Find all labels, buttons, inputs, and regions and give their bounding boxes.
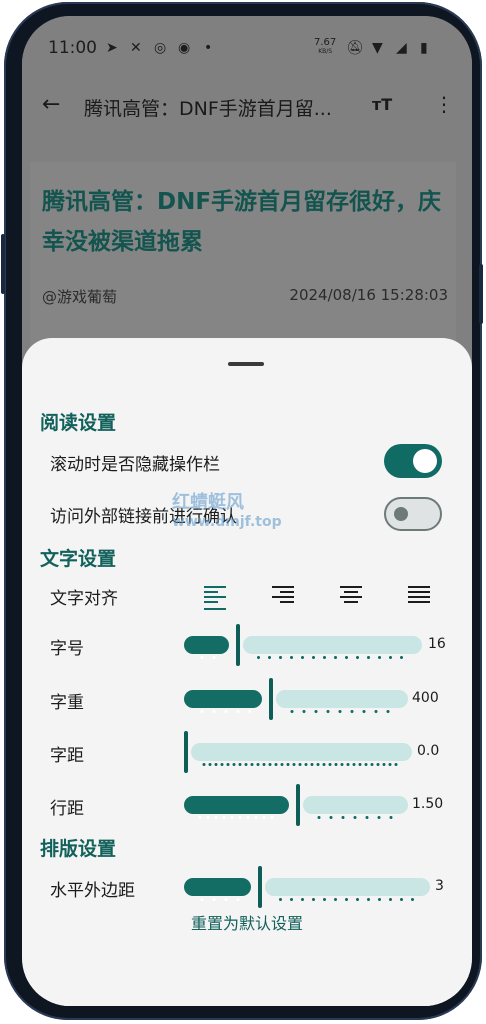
slider-thumb[interactable]	[236, 624, 240, 666]
threads-icon: ◉	[178, 40, 191, 56]
font-weight-slider[interactable]	[184, 678, 408, 720]
battery-icon: ▮	[420, 40, 428, 56]
align-right-icon[interactable]	[272, 586, 294, 604]
slider-thumb[interactable]	[296, 784, 300, 826]
wifi-icon: ▼	[372, 40, 383, 56]
slider-thumb[interactable]	[258, 866, 262, 908]
confirm-link-toggle[interactable]	[384, 497, 442, 531]
text-align-label: 文字对齐	[50, 589, 118, 609]
font-size-label: 字号	[50, 639, 84, 659]
slider-track	[276, 690, 408, 713]
arrow-back-icon[interactable]: ←	[42, 92, 60, 117]
horizontal-margin-slider[interactable]	[184, 866, 430, 908]
slider-fill	[184, 690, 262, 713]
telegram-icon: ➤	[106, 40, 118, 56]
horizontal-margin-label: 水平外边距	[50, 881, 135, 901]
more-options-icon[interactable]: ⋮	[434, 92, 454, 116]
line-height-label: 行距	[50, 799, 84, 819]
align-left-icon[interactable]	[204, 586, 226, 610]
toggle-knob	[413, 449, 437, 473]
net-speed: 7.67 KB/S	[314, 38, 336, 56]
text-settings-title: 文字设置	[40, 548, 117, 570]
line-height-slider[interactable]	[184, 784, 408, 826]
letter-spacing-label: 字距	[50, 746, 84, 766]
sheet-drag-handle[interactable]	[228, 362, 264, 366]
align-center-icon[interactable]	[340, 586, 362, 604]
font-weight-label: 字重	[50, 693, 84, 713]
line-height-value: 1.50	[412, 796, 444, 812]
text-size-icon[interactable]: тT	[372, 95, 392, 114]
mute-icon: 🔕︎	[346, 40, 364, 56]
slider-track	[243, 636, 422, 659]
phone-frame: 11:00 ➤ ✕ ◎ ◉ • 7.67 KB/S 🔕︎ ▼ ◢ ▮ ← 腾讯高…	[1, 2, 483, 1020]
layout-settings-title: 排版设置	[40, 838, 117, 860]
slider-fill	[184, 878, 251, 901]
hide-toolbar-label: 滚动时是否隐藏操作栏	[50, 455, 220, 475]
font-weight-value: 400	[412, 690, 439, 706]
article-date: 2024/08/16 15:28:03	[289, 286, 448, 304]
toggle-knob	[394, 507, 408, 521]
x-icon: ✕	[130, 40, 142, 56]
horizontal-margin-value: 3	[435, 878, 444, 894]
watermark-line2: www.dmjf.top	[172, 514, 282, 530]
align-justify-icon[interactable]	[408, 586, 430, 604]
gesture-bar	[22, 976, 472, 1006]
letter-spacing-value: 0.0	[417, 743, 440, 759]
signal-icon: ◢	[396, 40, 407, 56]
letter-spacing-slider[interactable]	[184, 731, 412, 773]
hide-toolbar-toggle[interactable]	[384, 444, 442, 478]
watermark: 红蜻蜓风 www.dmjf.top	[172, 488, 282, 530]
instagram-icon: ◎	[154, 40, 167, 56]
article-header: 腾讯高管：DNF手游首月留存很好，庆幸没被渠道拖累 @游戏葡萄 2024/08/…	[30, 162, 456, 362]
app-bar-title: 腾讯高管：DNF手游首月留...	[84, 98, 332, 120]
slider-fill	[184, 796, 289, 819]
slider-thumb[interactable]	[269, 678, 273, 720]
reading-settings-title: 阅读设置	[40, 412, 117, 434]
slider-fill	[184, 636, 229, 659]
article-author[interactable]: @游戏葡萄	[42, 286, 117, 307]
volume-button	[1, 234, 5, 294]
article-title: 腾讯高管：DNF手游首月留存很好，庆幸没被渠道拖累	[42, 189, 442, 255]
slider-track	[191, 743, 412, 766]
screen: 11:00 ➤ ✕ ◎ ◉ • 7.67 KB/S 🔕︎ ▼ ◢ ▮ ← 腾讯高…	[22, 16, 472, 1006]
font-size-slider[interactable]	[184, 624, 422, 666]
dot-icon: •	[204, 40, 213, 56]
net-speed-value: 7.67	[314, 37, 337, 48]
slider-track	[265, 878, 430, 901]
net-speed-unit: KB/S	[318, 48, 333, 55]
status-time: 11:00	[48, 38, 97, 58]
reset-defaults-button[interactable]: 重置为默认设置	[22, 910, 472, 934]
reading-settings-sheet: 阅读设置 滚动时是否隐藏操作栏 访问外部链接前进行确认 红蜻蜓风 www.dmj…	[22, 338, 472, 1006]
power-button	[479, 264, 483, 324]
watermark-line1: 红蜻蜓风	[172, 492, 244, 513]
app-bar: ← 腾讯高管：DNF手游首月留... тT ⋮	[22, 78, 472, 136]
slider-thumb[interactable]	[184, 731, 188, 773]
font-size-value: 16	[428, 636, 446, 652]
status-bar: 11:00 ➤ ✕ ◎ ◉ • 7.67 KB/S 🔕︎ ▼ ◢ ▮	[22, 16, 472, 78]
slider-track	[303, 796, 408, 819]
